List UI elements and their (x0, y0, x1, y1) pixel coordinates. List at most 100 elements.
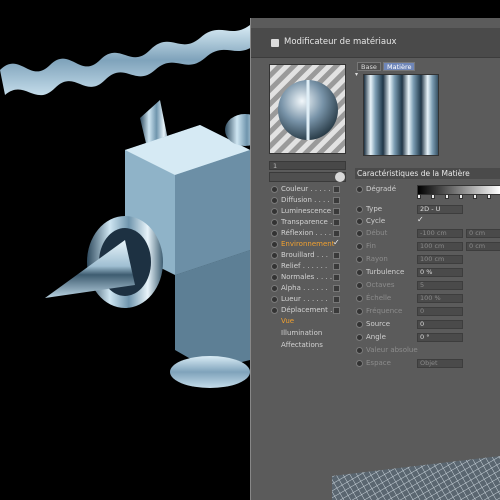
channel-label: Déplacement . (281, 306, 333, 314)
param-angle: Angle 0 ° (355, 332, 500, 343)
param-label: Rayon (366, 255, 388, 263)
channel-radio[interactable] (271, 307, 278, 314)
channel-checkbox[interactable] (333, 274, 340, 281)
sub-item-affectations[interactable]: Affectations (281, 341, 323, 349)
param-label: Source (366, 320, 391, 328)
channel-checkbox[interactable] (333, 230, 340, 237)
param-espace: Espace Objet (355, 358, 500, 369)
channel-alpha[interactable]: Alpha . . . . . . (269, 283, 347, 294)
channel-luminescence[interactable]: Luminescence (269, 206, 347, 217)
param-radio[interactable] (356, 218, 363, 225)
channel-checkbox[interactable] (333, 197, 340, 204)
check-icon[interactable]: ✓ (417, 215, 424, 224)
param-radio[interactable] (356, 295, 363, 302)
param-octaves: Octaves 5 (355, 280, 500, 291)
param-label: Fréquence (366, 307, 403, 315)
channel-label: Réflexion . . . . (281, 229, 332, 237)
channel-relief[interactable]: Relief . . . . . . (269, 261, 347, 272)
channel-radio[interactable] (271, 296, 278, 303)
channel-radio[interactable] (271, 197, 278, 204)
pin-icon[interactable] (335, 172, 345, 182)
channel-label: Diffusion . . . . (281, 196, 330, 204)
channel-radio[interactable] (271, 230, 278, 237)
background-grid-texture (332, 456, 500, 500)
sub-item-vue[interactable]: Vue (281, 317, 294, 325)
channel-radio[interactable] (271, 208, 278, 215)
param-radio[interactable] (356, 308, 363, 315)
param-cycle: Cycle ✓ (355, 215, 500, 227)
channel-radio[interactable] (271, 241, 278, 248)
gradient-knobs[interactable] (417, 194, 500, 200)
channel-checkbox[interactable] (333, 263, 340, 270)
channel-radio[interactable] (271, 274, 278, 281)
source-field[interactable]: 0 (417, 320, 463, 329)
param-radio[interactable] (356, 186, 363, 193)
channel-checkbox[interactable] (333, 186, 340, 193)
param-label: Fin (366, 242, 376, 250)
channel-radio[interactable] (271, 219, 278, 226)
param-source: Source 0 (355, 319, 500, 330)
sub-item-illumination[interactable]: Illumination (281, 329, 322, 337)
param-radio[interactable] (356, 321, 363, 328)
channel-label: Transparence . (281, 218, 333, 226)
section-header: Caractéristiques de la Matière (355, 168, 500, 179)
channel-checkbox[interactable] (333, 252, 340, 259)
fin-field-2[interactable]: 0 cm (466, 242, 500, 251)
frequence-field[interactable]: 0 (417, 307, 463, 316)
param-radio[interactable] (356, 243, 363, 250)
param-label: Octaves (366, 281, 395, 289)
param-radio[interactable] (356, 256, 363, 263)
channel-deplacement[interactable]: Déplacement . (269, 305, 347, 316)
param-debut: Début -100 cm 0 cm (355, 228, 500, 239)
material-name-field[interactable]: 1 (269, 161, 346, 170)
param-radio[interactable] (356, 347, 363, 354)
param-label: Turbulence (366, 268, 405, 276)
turbulence-field[interactable]: 0 % (417, 268, 463, 277)
param-radio[interactable] (356, 206, 363, 213)
fin-field[interactable]: 100 cm (417, 242, 463, 251)
debut-field-2[interactable]: 0 cm (466, 229, 500, 238)
angle-field[interactable]: 0 ° (417, 333, 463, 342)
param-radio[interactable] (356, 360, 363, 367)
collapse-arrow-icon[interactable]: ▾ (355, 71, 358, 78)
channel-normales[interactable]: Normales . . . . (269, 272, 347, 283)
channel-radio[interactable] (271, 285, 278, 292)
debut-field[interactable]: -100 cm (417, 229, 463, 238)
channel-label: Brouillard . . . (281, 251, 328, 259)
param-radio[interactable] (356, 282, 363, 289)
channel-radio[interactable] (271, 263, 278, 270)
param-radio[interactable] (356, 334, 363, 341)
channel-lueur[interactable]: Lueur . . . . . . (269, 294, 347, 305)
channel-radio[interactable] (271, 252, 278, 259)
type-dropdown[interactable]: 2D - U (417, 205, 463, 214)
espace-dropdown[interactable]: Objet (417, 359, 463, 368)
channel-checkbox[interactable] (333, 285, 340, 292)
channel-checkbox[interactable] (333, 296, 340, 303)
channel-checkbox[interactable] (333, 208, 340, 215)
param-echelle: Échelle 100 % (355, 293, 500, 304)
channel-label: Normales . . . . (281, 273, 333, 281)
param-radio[interactable] (356, 269, 363, 276)
param-label: Cycle (366, 217, 386, 225)
rayon-field[interactable]: 100 cm (417, 255, 463, 264)
param-rayon: Rayon 100 cm (355, 254, 500, 265)
param-fin: Fin 100 cm 0 cm (355, 241, 500, 252)
param-label: Type (366, 205, 383, 213)
channel-transparence[interactable]: Transparence . (269, 217, 347, 228)
channel-couleur[interactable]: Couleur . . . . . (269, 184, 347, 195)
check-icon[interactable]: ✓ (333, 238, 340, 247)
param-radio[interactable] (356, 230, 363, 237)
channel-brouillard[interactable]: Brouillard . . . (269, 250, 347, 261)
channel-checkbox[interactable] (333, 307, 340, 314)
channel-label: Environnement (281, 240, 335, 248)
material-preview[interactable] (269, 64, 346, 154)
tab-base[interactable]: Base (357, 62, 381, 71)
channel-radio[interactable] (271, 186, 278, 193)
octaves-field[interactable]: 5 (417, 281, 463, 290)
channel-checkbox[interactable] (333, 219, 340, 226)
channel-diffusion[interactable]: Diffusion . . . . (269, 195, 347, 206)
echelle-field[interactable]: 100 % (417, 294, 463, 303)
param-label: Dégradé (366, 185, 397, 193)
channel-environnement[interactable]: Environnement ✓ (269, 238, 347, 250)
tab-matiere[interactable]: Matière (383, 62, 416, 71)
